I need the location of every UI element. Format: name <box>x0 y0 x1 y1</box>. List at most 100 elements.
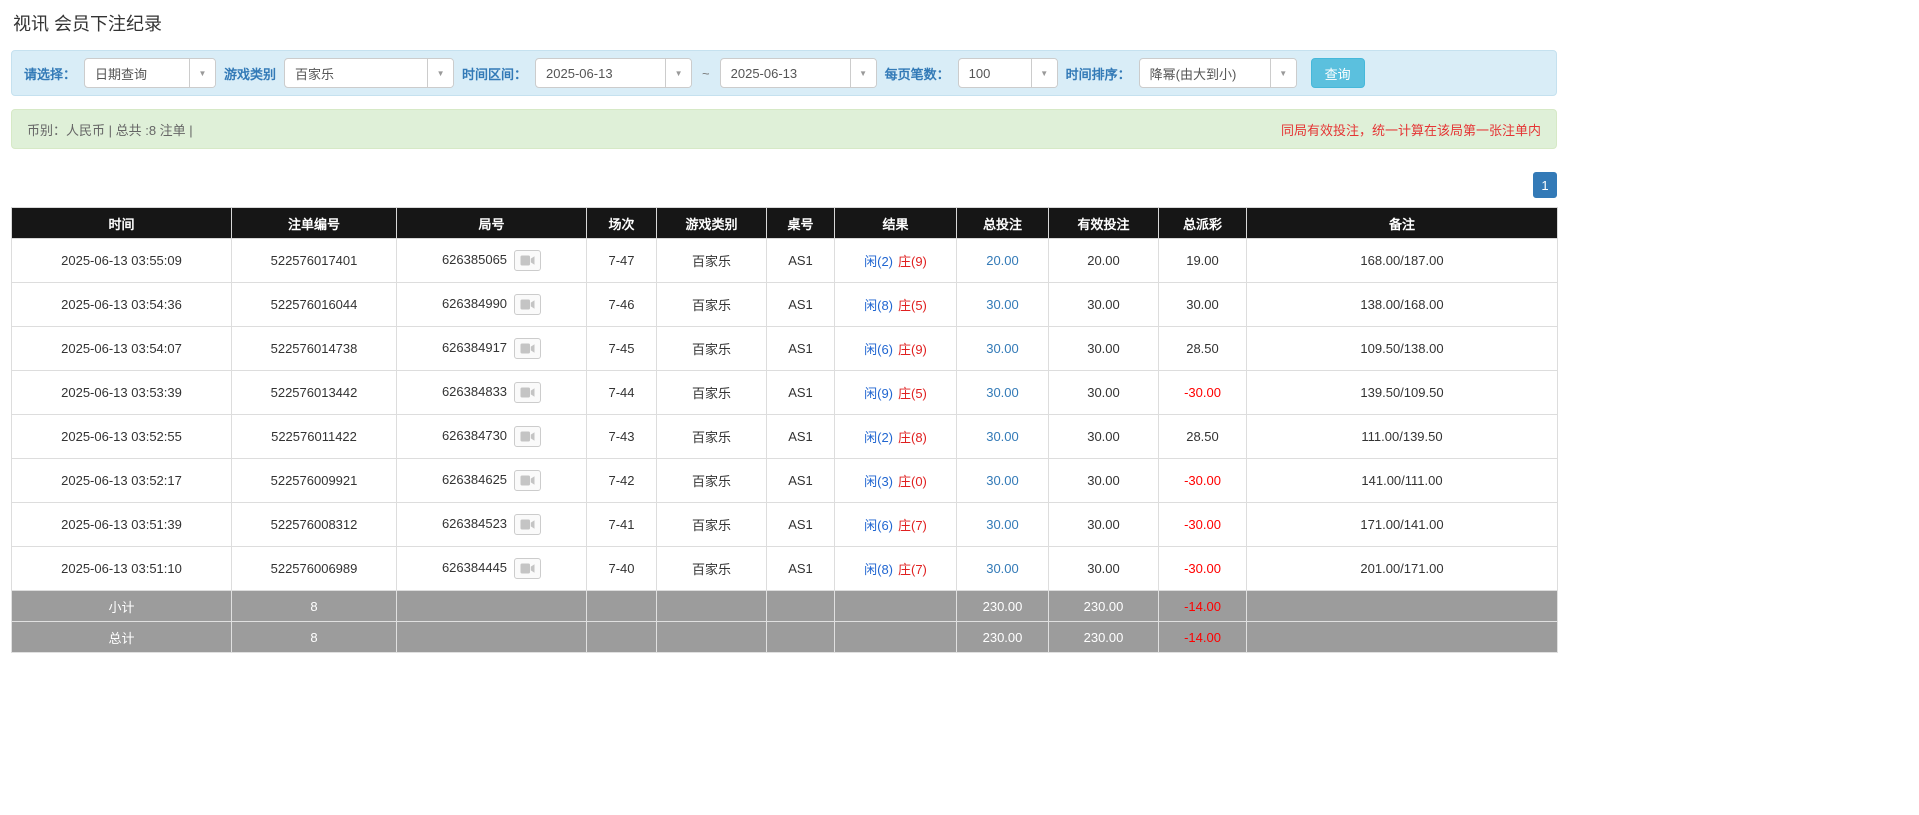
cell-valid-bet: 30.00 <box>1049 283 1159 327</box>
cell-round: 626384833 <box>397 371 587 415</box>
header-bet-id: 注单编号 <box>232 208 397 239</box>
cell-result: 闲(6)庄(9) <box>835 327 957 371</box>
grand-total-row: 总计 8 230.00 230.00 -14.00 <box>12 622 1558 653</box>
round-number: 626384523 <box>442 516 507 531</box>
cell-total-bet[interactable]: 30.00 <box>957 283 1049 327</box>
video-replay-button[interactable] <box>514 294 541 315</box>
cell-time: 2025-06-13 03:55:09 <box>12 239 232 283</box>
cell-game: 百家乐 <box>657 503 767 547</box>
cell-session: 7-45 <box>587 327 657 371</box>
cell-remark: 168.00/187.00 <box>1247 239 1558 283</box>
query-type-select[interactable]: 日期查询 ▼ <box>84 58 216 88</box>
chevron-down-icon: ▼ <box>1270 59 1296 87</box>
chevron-down-icon: ▼ <box>850 59 876 87</box>
result-banker: 庄(8) <box>898 430 927 445</box>
video-replay-button[interactable] <box>514 470 541 491</box>
header-round: 局号 <box>397 208 587 239</box>
cell-session: 7-46 <box>587 283 657 327</box>
cell-game: 百家乐 <box>657 459 767 503</box>
summary-notice: 同局有效投注，统一计算在该局第一张注单内 <box>1281 120 1541 139</box>
footer-valid-bet: 230.00 <box>1049 622 1159 653</box>
cell-total-bet[interactable]: 30.00 <box>957 547 1049 591</box>
cell-payout: -30.00 <box>1159 371 1247 415</box>
page-1-button[interactable]: 1 <box>1533 172 1557 198</box>
cell-round: 626384523 <box>397 503 587 547</box>
footer-spacer-cell <box>1247 622 1558 653</box>
result-player: 闲(3) <box>864 474 893 489</box>
cell-round: 626384990 <box>397 283 587 327</box>
cell-game: 百家乐 <box>657 547 767 591</box>
cell-session: 7-40 <box>587 547 657 591</box>
video-camera-icon <box>520 431 535 442</box>
video-camera-icon <box>520 299 535 310</box>
page-size-select[interactable]: 100 ▼ <box>958 58 1058 88</box>
cell-table-no: AS1 <box>767 283 835 327</box>
game-type-select[interactable]: 百家乐 ▼ <box>284 58 454 88</box>
cell-payout: -30.00 <box>1159 547 1247 591</box>
summary-bar: 币别：人民币 | 总共 :8 注单 | 同局有效投注，统一计算在该局第一张注单内 <box>11 109 1557 149</box>
page-size-value: 100 <box>959 59 1031 87</box>
date-from-select[interactable]: 2025-06-13 ▼ <box>535 58 692 88</box>
footer-payout: -14.00 <box>1159 591 1247 622</box>
cell-table-no: AS1 <box>767 371 835 415</box>
search-button[interactable]: 查询 <box>1311 58 1365 88</box>
time-sort-value: 降幂(由大到小) <box>1140 59 1270 87</box>
header-total-bet: 总投注 <box>957 208 1049 239</box>
header-time: 时间 <box>12 208 232 239</box>
footer-spacer-cell <box>657 622 767 653</box>
cell-session: 7-43 <box>587 415 657 459</box>
round-number: 626385065 <box>442 252 507 267</box>
cell-bet-id: 522576016044 <box>232 283 397 327</box>
cell-table-no: AS1 <box>767 415 835 459</box>
cell-round: 626384625 <box>397 459 587 503</box>
cell-valid-bet: 30.00 <box>1049 459 1159 503</box>
cell-total-bet[interactable]: 30.00 <box>957 371 1049 415</box>
cell-total-bet[interactable]: 30.00 <box>957 459 1049 503</box>
cell-bet-id: 522576013442 <box>232 371 397 415</box>
header-table-no: 桌号 <box>767 208 835 239</box>
video-replay-button[interactable] <box>514 558 541 579</box>
cell-result: 闲(2)庄(9) <box>835 239 957 283</box>
time-sort-label: 时间排序： <box>1066 64 1131 83</box>
cell-valid-bet: 20.00 <box>1049 239 1159 283</box>
cell-result: 闲(3) 庄(0) <box>835 459 957 503</box>
result-banker: 庄(5) <box>898 386 927 401</box>
cell-time: 2025-06-13 03:52:55 <box>12 415 232 459</box>
footer-spacer-cell <box>587 591 657 622</box>
header-remark: 备注 <box>1247 208 1558 239</box>
cell-total-bet[interactable]: 30.00 <box>957 327 1049 371</box>
result-player: 闲(6) <box>864 342 893 357</box>
query-type-label: 请选择： <box>24 64 76 83</box>
cell-session: 7-44 <box>587 371 657 415</box>
cell-game: 百家乐 <box>657 415 767 459</box>
cell-total-bet[interactable]: 20.00 <box>957 239 1049 283</box>
query-type-value: 日期查询 <box>85 59 189 87</box>
cell-payout: 28.50 <box>1159 327 1247 371</box>
cell-remark: 111.00/139.50 <box>1247 415 1558 459</box>
video-replay-button[interactable] <box>514 338 541 359</box>
result-banker: 庄(0) <box>898 474 927 489</box>
date-to-select[interactable]: 2025-06-13 ▼ <box>720 58 877 88</box>
round-number: 626384833 <box>442 384 507 399</box>
video-camera-icon <box>520 563 535 574</box>
header-result: 结果 <box>835 208 957 239</box>
footer-count: 8 <box>232 591 397 622</box>
cell-bet-id: 522576017401 <box>232 239 397 283</box>
table-row: 2025-06-13 03:51:39 522576008312 6263845… <box>12 503 1558 547</box>
cell-total-bet[interactable]: 30.00 <box>957 415 1049 459</box>
video-replay-button[interactable] <box>514 382 541 403</box>
cell-total-bet[interactable]: 30.00 <box>957 503 1049 547</box>
cell-time: 2025-06-13 03:52:17 <box>12 459 232 503</box>
video-camera-icon <box>520 387 535 398</box>
cell-remark: 171.00/141.00 <box>1247 503 1558 547</box>
video-replay-button[interactable] <box>514 250 541 271</box>
footer-count: 8 <box>232 622 397 653</box>
time-sort-select[interactable]: 降幂(由大到小) ▼ <box>1139 58 1297 88</box>
cell-round: 626385065 <box>397 239 587 283</box>
cell-valid-bet: 30.00 <box>1049 503 1159 547</box>
bet-records-table: 时间 注单编号 局号 场次 游戏类别 桌号 结果 总投注 有效投注 总派彩 备注… <box>11 207 1558 653</box>
video-replay-button[interactable] <box>514 514 541 535</box>
cell-round: 626384917 <box>397 327 587 371</box>
video-replay-button[interactable] <box>514 426 541 447</box>
cell-result: 闲(6)庄(7) <box>835 503 957 547</box>
